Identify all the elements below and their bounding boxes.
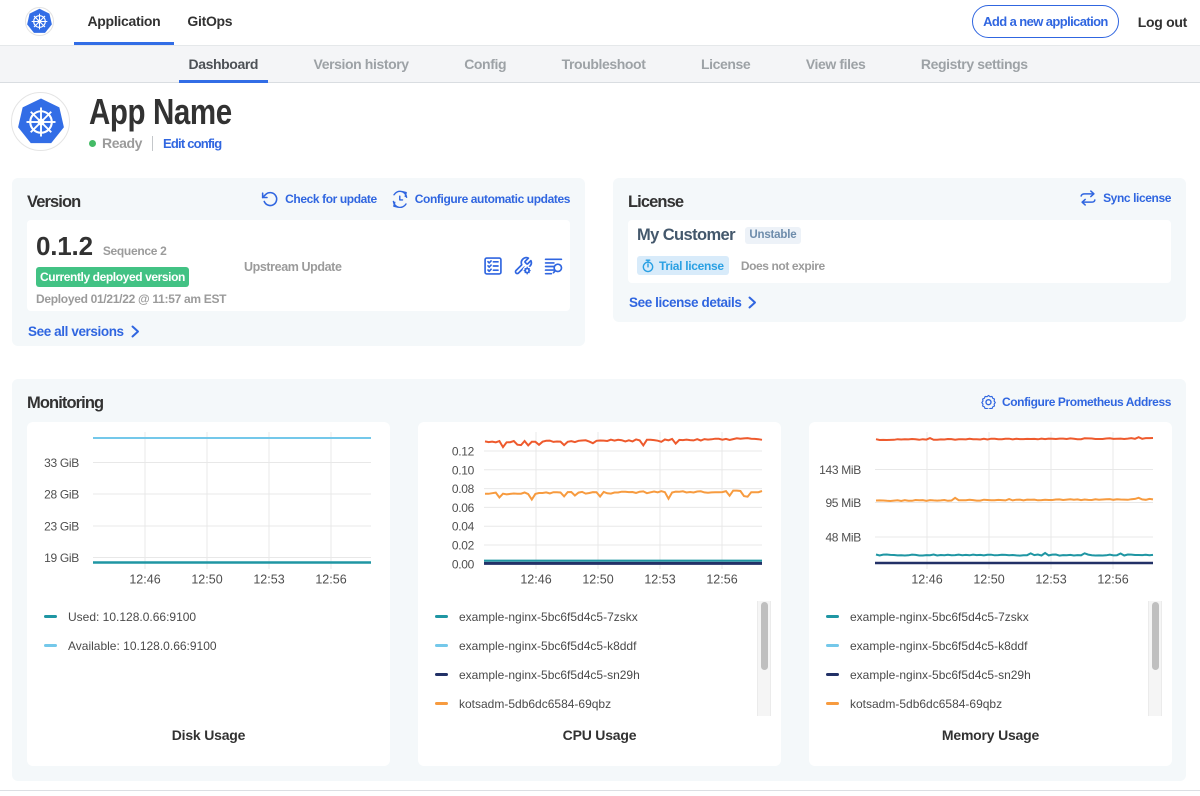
svg-text:12:56: 12:56 (1097, 573, 1128, 587)
svg-text:0.10: 0.10 (452, 463, 475, 477)
svg-text:12:53: 12:53 (644, 573, 675, 587)
svg-text:0.06: 0.06 (452, 501, 475, 515)
svg-text:12:50: 12:50 (973, 573, 1004, 587)
svg-text:12:50: 12:50 (191, 573, 222, 587)
svg-text:12:46: 12:46 (520, 573, 551, 587)
svg-text:12:56: 12:56 (706, 573, 737, 587)
svg-text:0.00: 0.00 (452, 557, 475, 571)
svg-text:0.04: 0.04 (452, 520, 475, 534)
svg-text:48 MiB: 48 MiB (825, 531, 861, 545)
svg-text:143 MiB: 143 MiB (819, 463, 861, 477)
svg-text:12:53: 12:53 (1035, 573, 1066, 587)
svg-text:0.08: 0.08 (452, 482, 475, 496)
svg-text:12:50: 12:50 (582, 573, 613, 587)
svg-text:95 MiB: 95 MiB (825, 496, 861, 510)
svg-text:12:56: 12:56 (315, 573, 346, 587)
svg-text:19 GiB: 19 GiB (44, 551, 79, 565)
svg-text:12:46: 12:46 (129, 573, 160, 587)
svg-text:28 GiB: 28 GiB (44, 488, 79, 502)
svg-text:0.12: 0.12 (452, 445, 475, 459)
svg-text:33 GiB: 33 GiB (44, 456, 79, 470)
svg-text:12:46: 12:46 (911, 573, 942, 587)
svg-text:12:53: 12:53 (253, 573, 284, 587)
svg-text:0.02: 0.02 (452, 539, 475, 553)
svg-text:23 GiB: 23 GiB (44, 520, 79, 534)
